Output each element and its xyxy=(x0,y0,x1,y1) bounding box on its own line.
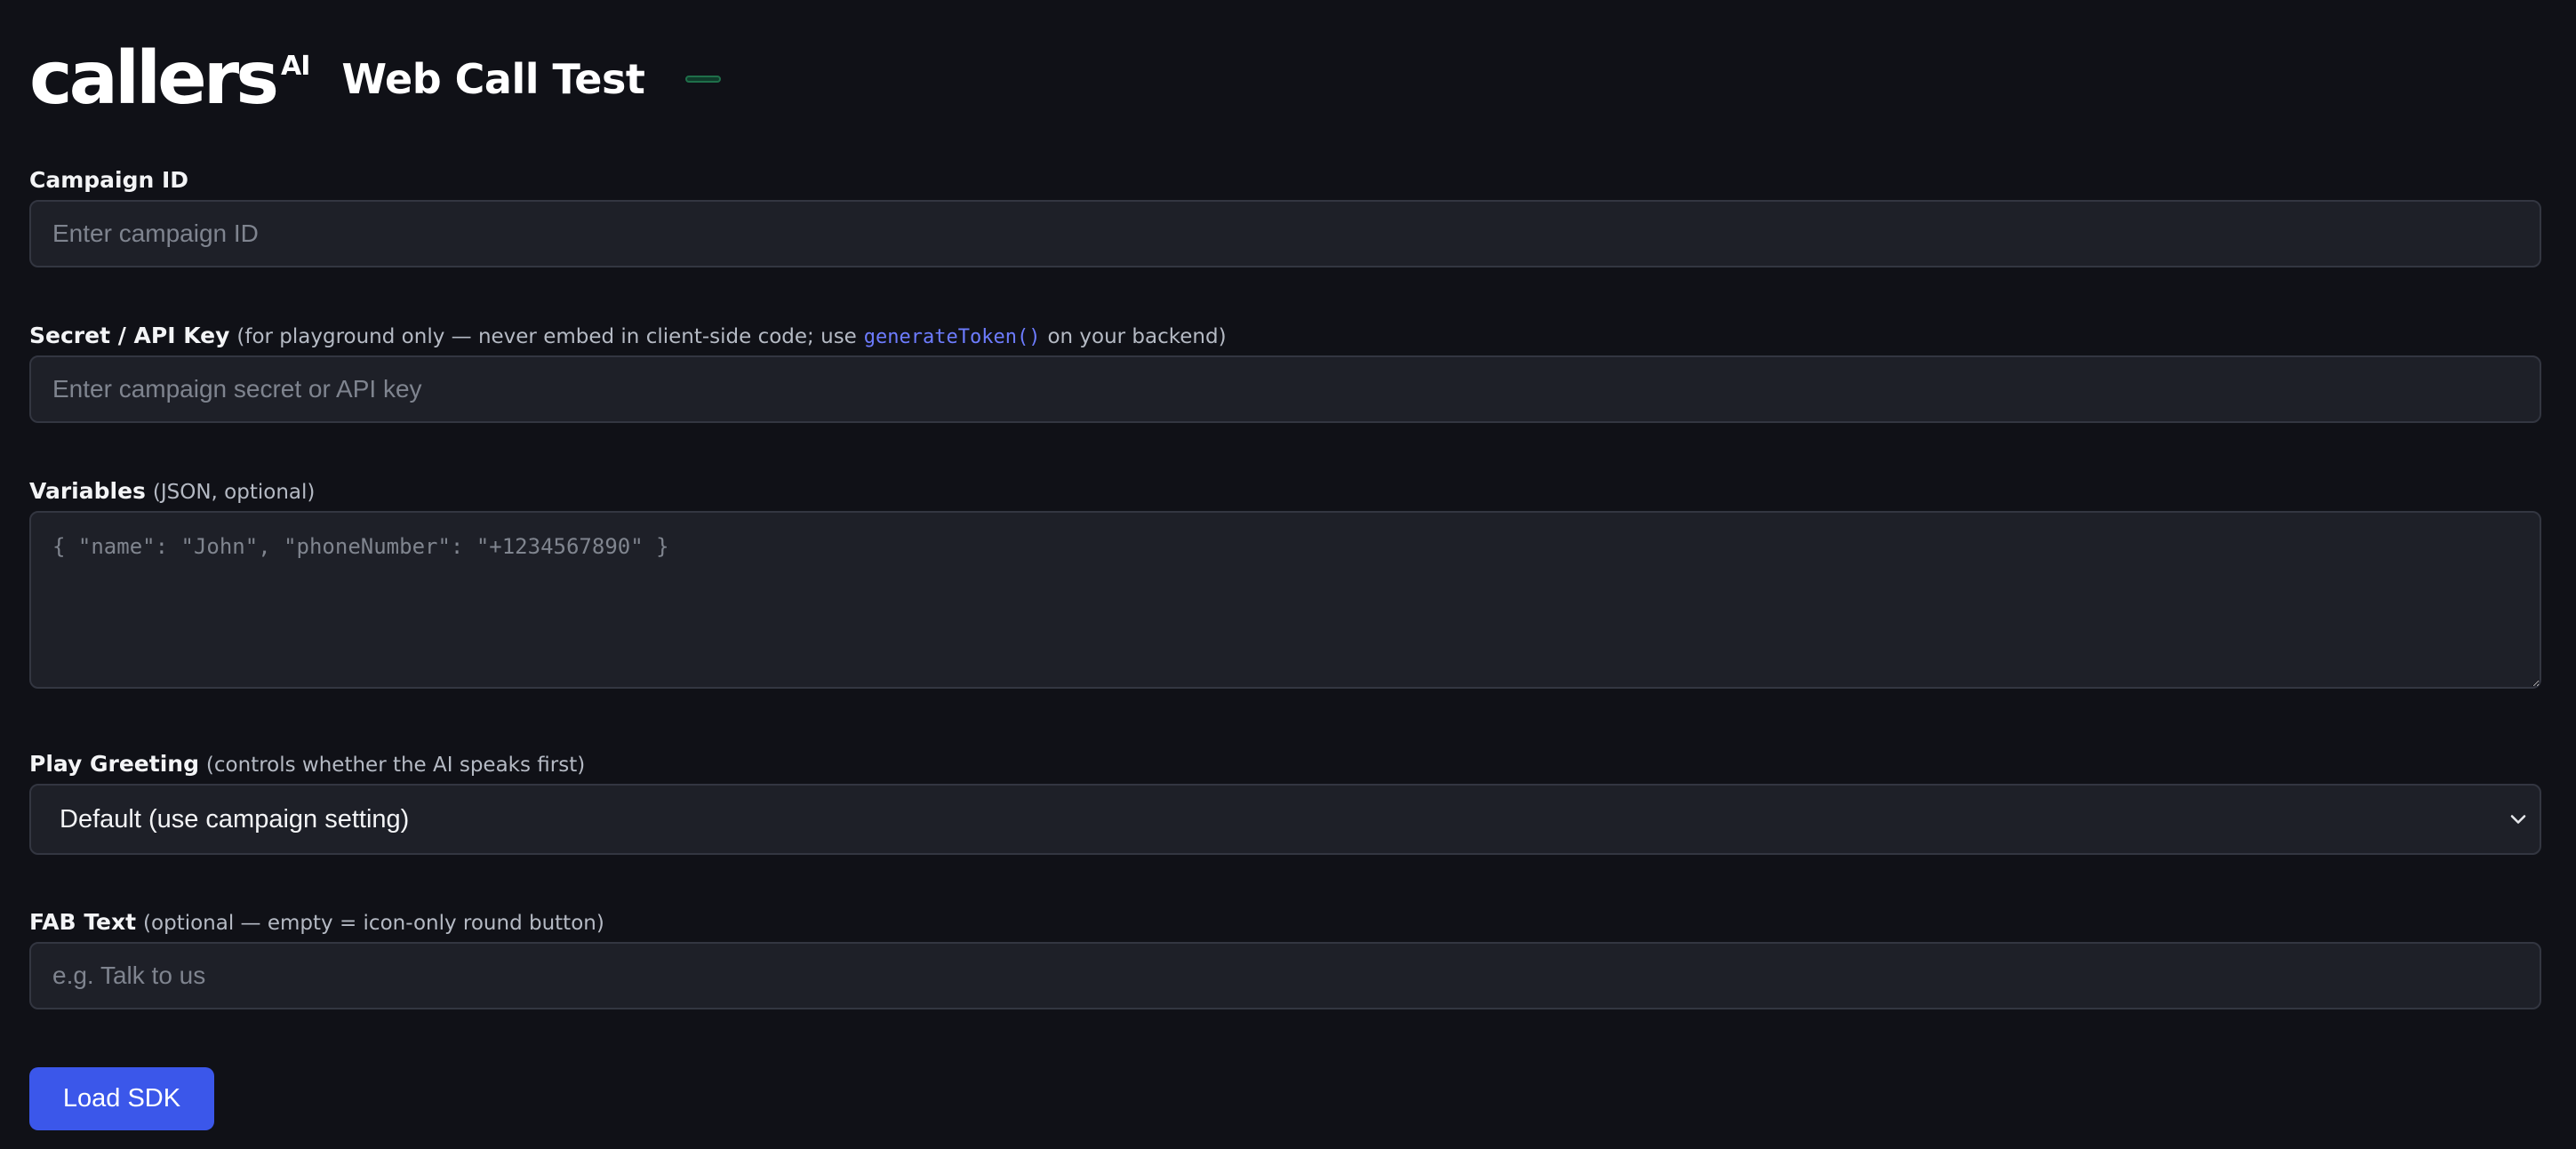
fab-text-label-text: FAB Text xyxy=(29,909,137,935)
campaign-id-input[interactable] xyxy=(29,200,2541,267)
play-greeting-hint: (controls whether the AI speaks first) xyxy=(205,754,586,777)
chevron-down-icon xyxy=(2510,815,2526,824)
variables-field: Variables (JSON, optional) xyxy=(29,480,2541,689)
secret-field: Secret / API Key (for playground only — … xyxy=(29,324,2541,423)
campaign-id-field: Campaign ID xyxy=(29,169,2541,267)
fab-text-hint: (optional — empty = icon-only round butt… xyxy=(143,912,604,935)
logo-word: callers xyxy=(29,36,279,121)
secret-hint-before: (for playground only — never embed in cl… xyxy=(236,325,857,348)
play-greeting-label: Play Greeting (controls whether the AI s… xyxy=(29,753,2541,776)
status-badge xyxy=(685,76,722,83)
logo-superscript: AI xyxy=(281,51,310,82)
page-title: Web Call Test xyxy=(341,55,645,103)
play-greeting-selected: Default (use campaign setting) xyxy=(60,804,410,834)
variables-label-text: Variables xyxy=(29,478,146,504)
fab-text-field: FAB Text (optional — empty = icon-only r… xyxy=(29,911,2541,1009)
variables-label: Variables (JSON, optional) xyxy=(29,480,2541,503)
campaign-id-label-text: Campaign ID xyxy=(29,167,189,193)
load-sdk-button[interactable]: Load SDK xyxy=(29,1067,214,1130)
secret-input[interactable] xyxy=(29,355,2541,423)
play-greeting-select[interactable]: Default (use campaign setting) xyxy=(29,784,2541,855)
play-greeting-label-text: Play Greeting xyxy=(29,751,199,777)
campaign-id-label: Campaign ID xyxy=(29,169,2541,191)
web-call-test-page: callers AI Web Call Test Campaign ID Sec… xyxy=(0,0,2576,1149)
secret-label: Secret / API Key (for playground only — … xyxy=(29,324,2541,347)
variables-textarea[interactable] xyxy=(29,511,2541,689)
secret-hint-after: on your backend) xyxy=(1047,325,1227,348)
generate-token-code: generateToken() xyxy=(863,326,1041,348)
variables-hint: (JSON, optional) xyxy=(152,481,316,504)
secret-label-text: Secret / API Key xyxy=(29,323,230,348)
callers-ai-logo: callers AI xyxy=(29,36,310,121)
fab-text-label: FAB Text (optional — empty = icon-only r… xyxy=(29,911,2541,934)
header: callers AI Web Call Test xyxy=(29,36,722,121)
fab-text-input[interactable] xyxy=(29,942,2541,1009)
play-greeting-field: Play Greeting (controls whether the AI s… xyxy=(29,753,2541,855)
